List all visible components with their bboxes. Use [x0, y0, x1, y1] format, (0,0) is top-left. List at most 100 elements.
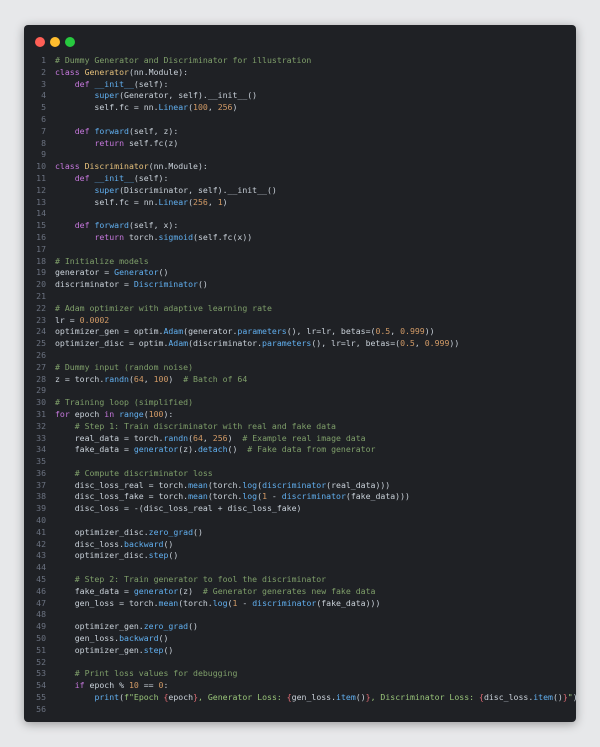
code-token: self.fc = nn. [55, 102, 159, 113]
code-token: forward [94, 125, 129, 136]
line-number: 37 [36, 479, 46, 490]
code-token: # Compute discriminator loss [74, 467, 213, 478]
line-number: 46 [36, 585, 46, 596]
code-token: if [74, 680, 90, 691]
code-token: 0.5 [375, 326, 391, 337]
code-token: __init__ [94, 78, 134, 89]
code-token: mean [188, 491, 208, 502]
code-token: disc_loss. [55, 538, 125, 549]
code-token: super [94, 184, 120, 195]
line-number: 3 [41, 78, 46, 89]
code-token: parameters [262, 338, 312, 349]
code-line: 47 gen_loss = torch.mean(torch.log(1 - d… [24, 598, 576, 610]
code-token: )) [424, 326, 435, 337]
code-line: 39 disc_loss = -(disc_loss_real + disc_l… [24, 503, 576, 515]
code-line: 31 for epoch in range(100): [24, 409, 576, 421]
code-token: # Dummy input (random noise) [55, 361, 194, 372]
code-token: sigmoid [158, 231, 194, 242]
code-line: 2 class Generator(nn.Module): [24, 67, 576, 79]
line-number: 53 [36, 668, 46, 679]
code-token: # Training loop (simplified) [55, 397, 194, 408]
code-line: 32 # Step 1: Train discriminator with re… [24, 421, 576, 433]
line-number: 51 [36, 644, 46, 655]
code-token: ): [163, 408, 174, 419]
line-number: 41 [36, 526, 46, 537]
code-line: 48 [24, 609, 576, 621]
code-line: 40 [24, 515, 576, 527]
line-number: 28 [36, 373, 46, 384]
line-number: 6 [41, 113, 46, 124]
line-number: 19 [36, 267, 46, 278]
code-token: , [390, 326, 401, 337]
code-line: 28 z = torch.randn(64, 100) # Batch of 64 [24, 374, 576, 386]
code-token: self.fc(z) [128, 137, 179, 148]
code-token: disc_loss_fake = torch. [55, 491, 189, 502]
code-token: )) [449, 338, 460, 349]
code-token: epoch [168, 692, 194, 703]
code-line: 24 optimizer_gen = optim.Adam(generator.p… [24, 326, 576, 338]
code-token: epoch % [89, 680, 129, 691]
line-number: 42 [36, 538, 46, 549]
line-number: 9 [41, 149, 46, 160]
code-token: def [74, 78, 95, 89]
line-number: 20 [36, 279, 46, 290]
code-line: 4 super(Generator, self).__init__() [24, 90, 576, 102]
code-token: real_data = torch. [55, 432, 164, 443]
line-number: 11 [36, 172, 46, 183]
code-line: 36 # Compute discriminator loss [24, 468, 576, 480]
code-token: z = torch. [55, 373, 105, 384]
code-token: gen_loss. [291, 692, 337, 703]
line-number: 39 [36, 503, 46, 514]
close-dot-icon[interactable] [35, 37, 45, 47]
code-editor[interactable]: 1 # Dummy Generator and Discriminator for… [24, 55, 576, 716]
code-token: (nn.Module): [128, 66, 189, 77]
code-token: (self): [133, 78, 169, 89]
line-number: 33 [36, 432, 46, 443]
line-number: 31 [36, 408, 46, 419]
code-line: 37 disc_loss_real = torch.mean(torch.log… [24, 480, 576, 492]
code-line: 13 self.fc = nn.Linear(256, 1) [24, 197, 576, 209]
code-token: (self, z): [128, 125, 179, 136]
code-token: disc_loss. [483, 692, 534, 703]
code-token: () [193, 526, 203, 537]
code-token: optimizer_disc = optim. [55, 338, 169, 349]
code-token: detach [197, 444, 228, 455]
code-token: 100 [193, 102, 208, 113]
code-line: 41 optimizer_disc.zero_grad() [24, 527, 576, 539]
line-number: 4 [41, 90, 46, 101]
code-token: 256 [193, 196, 208, 207]
code-token: Adam [163, 326, 184, 337]
line-number: 5 [41, 102, 46, 113]
code-line: 38 disc_loss_fake = torch.mean(torch.log… [24, 491, 576, 503]
code-token: (fake_data))) [345, 491, 410, 502]
code-token: # Adam optimizer with adaptive learning … [55, 302, 272, 313]
code-token: ) [222, 196, 228, 207]
code-token: Generator [114, 267, 159, 278]
code-token: mean [188, 479, 208, 490]
line-number: 17 [36, 243, 46, 254]
code-line: 46 fake_data = generator(z) # Generator … [24, 586, 576, 598]
line-number: 45 [36, 574, 46, 585]
code-token: # Step 2: Train generator to fool the di… [74, 574, 327, 585]
line-number: 38 [36, 491, 46, 502]
code-token: zero_grad [143, 621, 189, 632]
minimize-dot-icon[interactable] [50, 37, 60, 47]
code-token: (self.fc(x)) [193, 231, 253, 242]
code-token: (z) [178, 585, 203, 596]
line-number: 36 [36, 467, 46, 478]
code-token: 64 [193, 432, 203, 443]
code-line: 14 [24, 208, 576, 220]
maximize-dot-icon[interactable] [65, 37, 75, 47]
code-token: def [74, 220, 95, 231]
window-titlebar [24, 25, 576, 55]
code-line: 23 lr = 0.0002 [24, 315, 576, 327]
code-line: 55 print(f"Epoch {epoch}, Generator Loss… [24, 692, 576, 704]
code-token: () [158, 633, 169, 644]
code-token: generator = [55, 267, 115, 278]
code-token: Generator [84, 66, 129, 77]
